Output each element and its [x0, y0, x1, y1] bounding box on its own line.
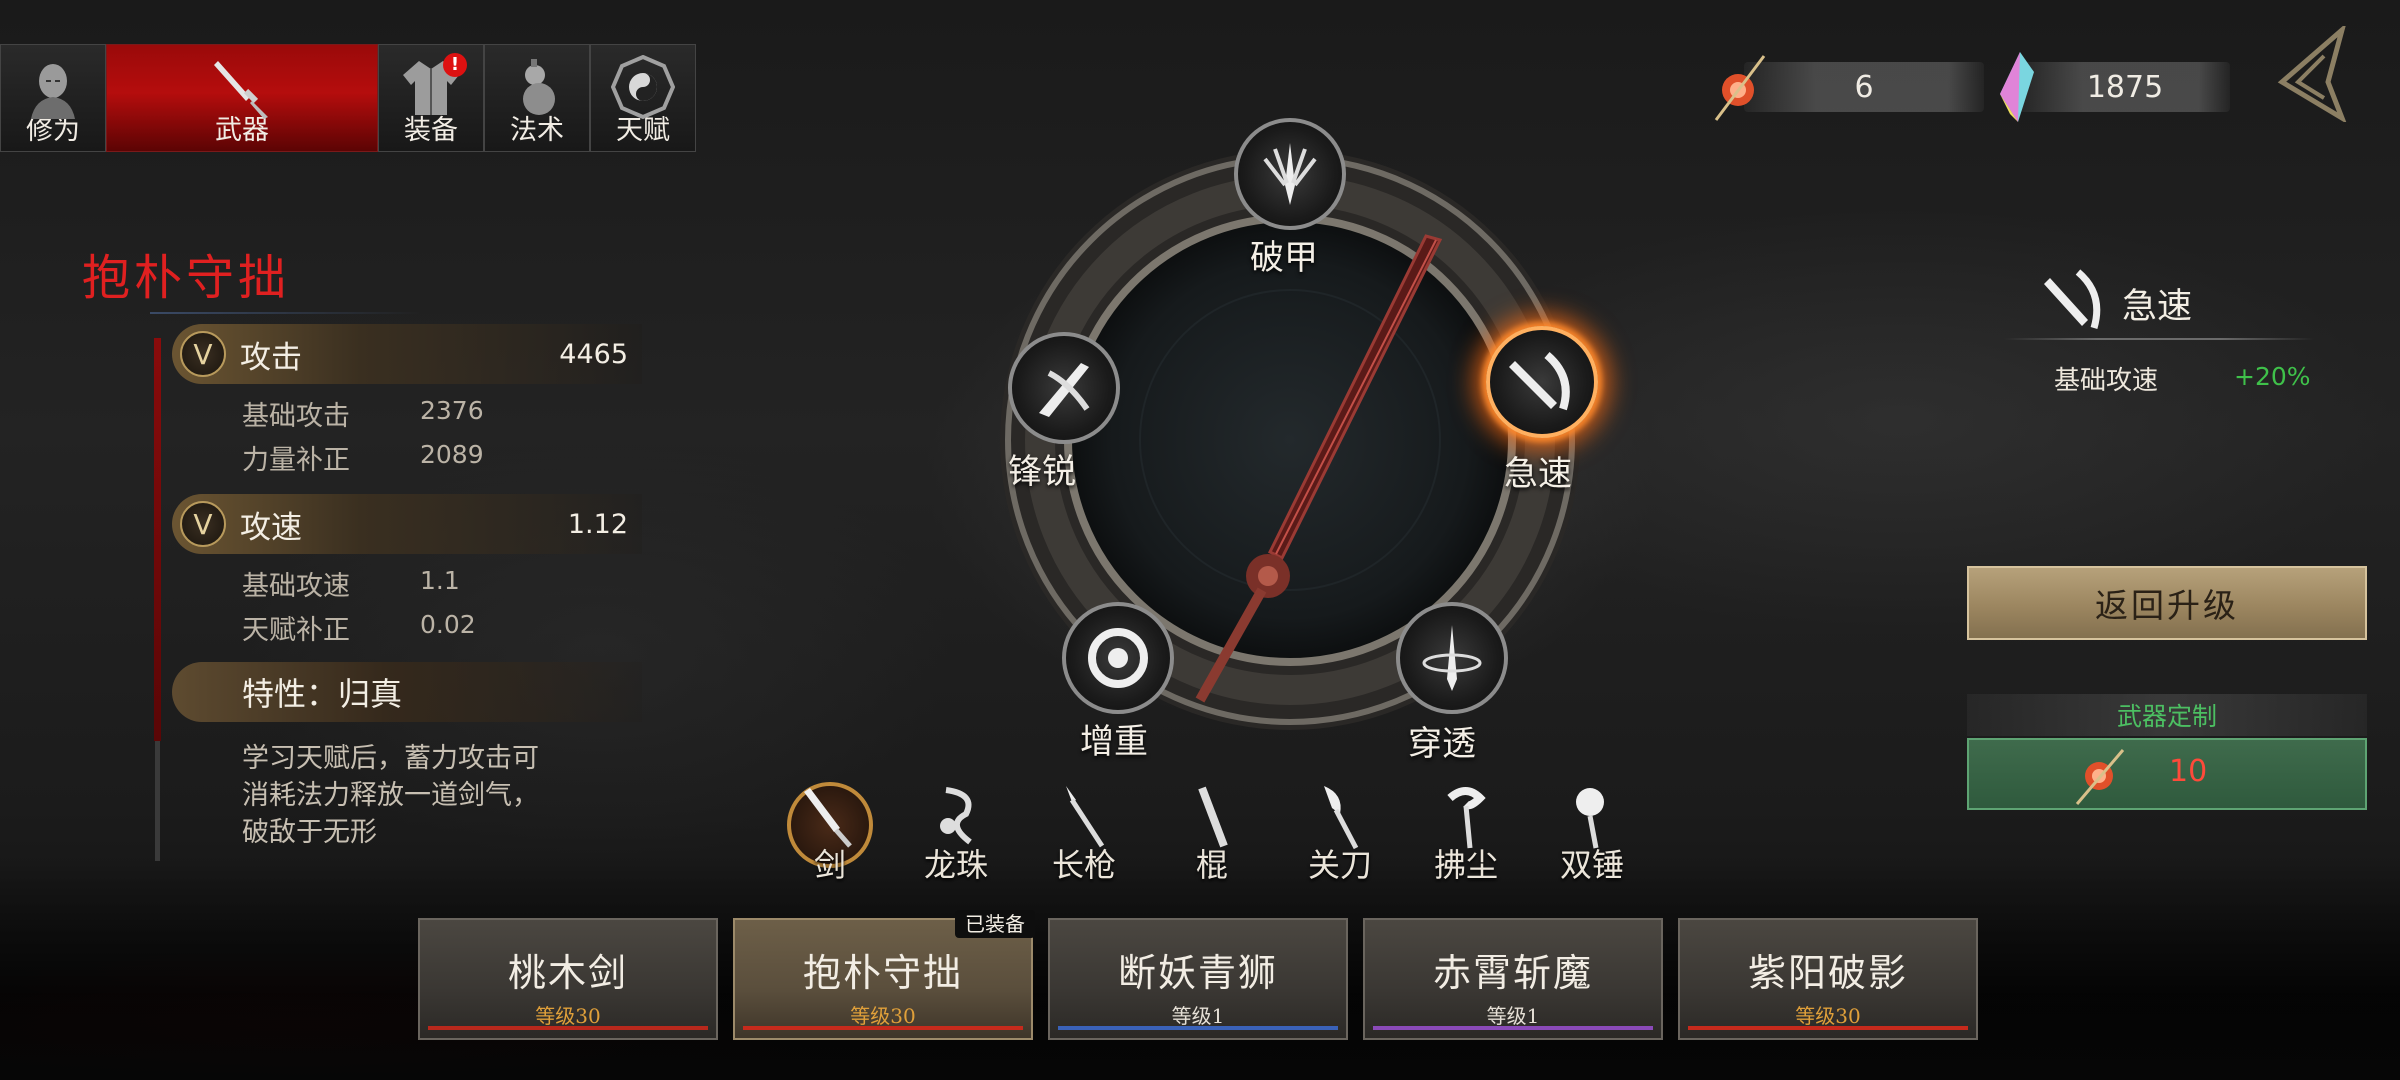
tab-spells[interactable]: 法术	[484, 44, 590, 152]
tab-weapon[interactable]: 武器	[106, 44, 378, 152]
weapon-type-label: 双锤	[1559, 846, 1624, 884]
bagua-icon	[611, 55, 675, 119]
gourd-icon	[523, 59, 555, 115]
node-armor-break[interactable]: 破甲	[1234, 118, 1346, 278]
node-label: 穿透	[1408, 724, 1476, 764]
tab-equipment[interactable]: ! 装备	[378, 44, 484, 152]
weapon-type-dragon-orb[interactable]: 龙珠	[906, 784, 1006, 884]
sharpness-icon	[1008, 332, 1120, 444]
node-label: 急速	[1504, 454, 1572, 494]
weight-icon	[1062, 602, 1174, 714]
monk-head-icon	[31, 64, 75, 119]
node-haste[interactable]: 急速	[1486, 326, 1598, 494]
weapon-card[interactable]: 紫阳破影 等级30	[1678, 918, 1978, 1040]
node-label: 锋锐	[1008, 452, 1076, 492]
chevron-down-icon: V	[180, 331, 226, 377]
back-icon[interactable]	[2272, 26, 2352, 122]
weapon-card-level: 等级30	[535, 1004, 601, 1028]
stat-label: 攻速	[240, 509, 302, 546]
attack-stat-header[interactable]: V 攻击 4465	[172, 324, 642, 384]
stat-row-label: 力量补正	[242, 445, 350, 476]
haste-icon	[1486, 326, 1598, 438]
weapon-card-level: 等级1	[1171, 1004, 1225, 1028]
stat-row-label: 基础攻击	[242, 401, 350, 432]
weapon-card-level: 等级1	[1486, 1004, 1540, 1028]
weapon-type-label: 棍	[1195, 846, 1228, 884]
weapon-type-spear[interactable]: 长枪	[1034, 784, 1134, 884]
divider	[2004, 338, 2314, 340]
weapon-type-label: 龙珠	[923, 846, 988, 884]
alert-badge: !	[443, 53, 467, 77]
weapon-card-name: 赤霄斩魔	[1432, 951, 1593, 995]
rarity-bar	[1688, 1026, 1968, 1030]
weapon-type-label: 剑	[813, 846, 846, 884]
sword-icon	[214, 61, 268, 119]
weapon-card-level: 等级30	[1795, 1004, 1861, 1028]
weapon-card-name: 断妖青狮	[1117, 951, 1278, 995]
weapon-type-staff[interactable]: 棍	[1162, 784, 1262, 884]
weapon-card[interactable]: 断妖青狮 等级1	[1048, 918, 1348, 1040]
trait-header: 特性：归真	[172, 662, 642, 722]
haste-icon	[2044, 269, 2101, 329]
weapon-type-sword[interactable]: 剑	[780, 782, 880, 884]
weapon-type-guandao[interactable]: 关刀	[1290, 784, 1390, 884]
rarity-bar	[428, 1026, 708, 1030]
stat-value: 1.12	[567, 508, 628, 540]
weapon-card-level: 等级30	[850, 1004, 916, 1028]
divider	[150, 312, 420, 314]
speed-stat-header[interactable]: V 攻速 1.12	[172, 494, 642, 554]
crystal-icon	[2000, 52, 2034, 122]
node-sharpness[interactable]: 锋锐	[1008, 332, 1120, 492]
weapon-name: 抱朴守拙	[82, 250, 291, 306]
node-weight[interactable]: 增重	[1062, 602, 1174, 762]
stat-row-label: 基础攻速	[242, 571, 350, 602]
weapon-card[interactable]: 桃木剑 等级30	[418, 918, 718, 1040]
spirit-orb-value: 6	[1744, 62, 1984, 112]
node-label: 增重	[1080, 722, 1148, 762]
chevron-down-icon: V	[180, 501, 226, 547]
weapon-type-label: 关刀	[1307, 846, 1372, 884]
rarity-bar	[1058, 1026, 1338, 1030]
equipped-tag: 已装备	[955, 910, 1035, 938]
stat-row-value: 2089	[420, 440, 484, 469]
rarity-bar	[1373, 1026, 1653, 1030]
weapon-card[interactable]: 赤霄斩魔 等级1	[1363, 918, 1663, 1040]
stat-row-value: 1.1	[420, 566, 460, 595]
weapon-type-twin-hammers[interactable]: 双锤	[1542, 784, 1642, 884]
trait-title: 特性：归真	[242, 675, 403, 713]
stat-accent-bar	[154, 338, 161, 741]
return-upgrade-button[interactable]: 返回升级	[1967, 566, 2367, 640]
tab-cultivation[interactable]: 修为	[0, 44, 106, 152]
stat-row-label: 天赋补正	[242, 615, 350, 646]
modifier-stat-value: +20%	[2234, 362, 2311, 391]
weapon-type-label: 长枪	[1051, 846, 1116, 884]
weapon-type-whisk[interactable]: 拂尘	[1416, 784, 1516, 884]
weapon-type-selector: 剑 龙珠 长枪 棍 关刀 拂尘 双锤	[0, 782, 2400, 884]
pierce-icon	[1396, 602, 1508, 714]
stat-label: 攻击	[240, 339, 302, 376]
stat-row-value: 0.02	[420, 610, 476, 639]
weapon-card-name: 桃木剑	[507, 951, 628, 995]
weapon-custom-label: 武器定制	[1967, 694, 2367, 736]
top-tab-bar: 修为 武器 ! 装备 法术 天赋	[0, 44, 696, 152]
node-label: 破甲	[1250, 238, 1318, 278]
modifier-title: 急速	[2122, 287, 2193, 327]
weapon-modifier-wheel: 破甲 锋锐 急速 增重 穿透	[990, 118, 1598, 764]
rarity-bar	[743, 1026, 1023, 1030]
node-pierce[interactable]: 穿透	[1396, 602, 1508, 764]
modifier-stat-label: 基础攻速	[2054, 366, 2159, 396]
stat-row-value: 2376	[420, 396, 484, 425]
armor-break-icon	[1234, 118, 1346, 230]
tab-talents[interactable]: 天赋	[590, 44, 696, 152]
weapon-card-name: 抱朴守拙	[802, 951, 963, 995]
weapon-type-label: 拂尘	[1433, 846, 1498, 884]
spirit-orb-icon	[1714, 55, 1766, 121]
stat-value: 4465	[559, 338, 628, 370]
weapon-card-name: 紫阳破影	[1747, 951, 1908, 995]
